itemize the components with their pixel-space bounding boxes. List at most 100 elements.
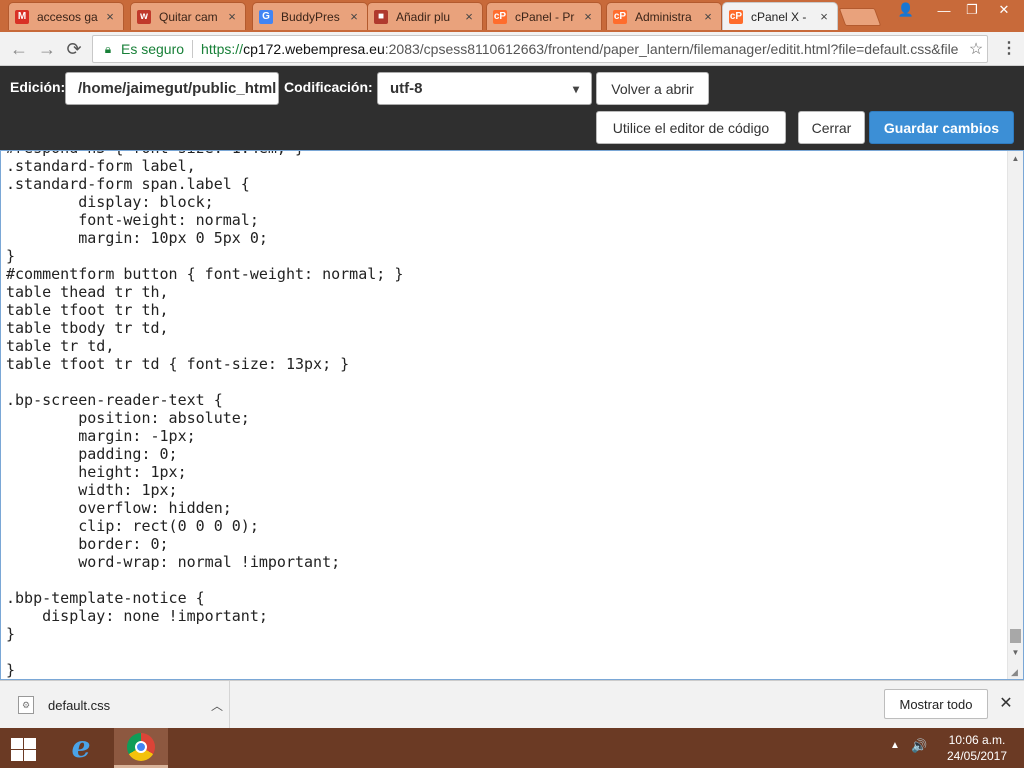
edition-label: Edición: <box>10 79 66 95</box>
clock-date: 24/05/2017 <box>946 749 1008 763</box>
download-filename: default.css <box>48 697 111 713</box>
tab-label: cPanel X - <box>751 9 807 24</box>
code-line: .bp-screen-reader-text { <box>6 391 223 409</box>
url-host: cp172.webempresa.eu <box>243 41 385 57</box>
tab-close-icon[interactable]: × <box>581 9 595 24</box>
code-editor-button[interactable]: Utilice el editor de código <box>596 111 786 144</box>
tab-close-icon[interactable]: × <box>817 9 831 24</box>
url-scheme: https:// <box>201 41 244 57</box>
tab-label: cPanel - Pr <box>515 9 575 24</box>
code-line: width: 1px; <box>6 481 178 499</box>
show-all-button[interactable]: Mostrar todo <box>884 689 988 719</box>
reopen-button[interactable]: Volver a abrir <box>596 72 709 105</box>
download-bar-close-icon[interactable]: ✕ <box>996 693 1016 715</box>
lock-icon: 🔒︎ <box>104 41 112 56</box>
address-bar[interactable]: 🔒︎ Es seguro https://cp172.webempresa.eu… <box>92 35 988 63</box>
code-line: } <box>6 661 16 679</box>
scroll-down-icon[interactable]: ▼ <box>1008 645 1023 661</box>
chrome-taskbar-button[interactable] <box>114 728 168 768</box>
file-icon: ⚙︎ <box>18 696 34 714</box>
download-bar: ⚙︎ default.css ︿ Mostrar todo ✕ <box>0 680 1024 729</box>
code-line: font-weight: normal; <box>6 211 259 229</box>
code-line: } <box>6 247 16 265</box>
cpanel-icon: cP <box>493 9 507 24</box>
browser-menu-icon[interactable]: ⋮ <box>1000 38 1018 60</box>
restore-button[interactable]: ❐ <box>958 0 986 20</box>
back-button[interactable]: ← <box>8 38 30 60</box>
code-textarea[interactable]: #respond h3 { font-size: 1.4em; }.standa… <box>0 150 1024 680</box>
vertical-scrollbar[interactable]: ▲ ▼ <box>1007 151 1023 679</box>
bookmark-star-icon[interactable]: ☆ <box>965 39 987 59</box>
browser-tab[interactable]: cP cPanel - Pr × <box>486 2 602 30</box>
browser-tab[interactable]: cP Administra × <box>606 2 722 30</box>
save-changes-button[interactable]: Guardar cambios <box>869 111 1014 144</box>
start-pane <box>24 750 36 761</box>
tab-close-icon[interactable]: × <box>103 9 117 24</box>
download-item[interactable]: ⚙︎ default.css ︿ <box>0 681 230 729</box>
chrome-icon <box>127 732 155 761</box>
tab-close-icon[interactable]: × <box>347 9 361 24</box>
code-line: .bbp-template-notice { <box>6 589 205 607</box>
browser-tab[interactable]: ■ Añadir plu × <box>367 2 483 30</box>
secure-label: Es seguro <box>121 41 185 57</box>
reload-icon: ⟳ <box>66 38 82 59</box>
address-separator <box>192 40 194 58</box>
url-path: :2083/cpsess8110612663/frontend/paper_la… <box>384 41 959 57</box>
code-content: #respond h3 { font-size: 1.4em; }.standa… <box>6 151 404 679</box>
volume-icon[interactable]: 🔊 <box>911 738 927 754</box>
internet-explorer-icon[interactable]: e <box>62 732 100 766</box>
code-line: #commentform button { font-weight: norma… <box>6 265 404 283</box>
clock-time: 10:06 a.m. <box>948 733 1006 747</box>
tab-close-icon[interactable]: × <box>462 9 476 24</box>
scroll-up-icon[interactable]: ▲ <box>1008 151 1023 167</box>
scrollbar-thumb[interactable] <box>1010 629 1021 643</box>
code-line: padding: 0; <box>6 445 178 463</box>
browser-tab[interactable]: cP cPanel X - × <box>722 2 838 30</box>
file-path-input[interactable]: /home/jaimegut/public_html <box>65 72 279 105</box>
url-text[interactable]: https://cp172.webempresa.eu:2083/cpsess8… <box>201 41 965 57</box>
code-line: clip: rect(0 0 0 0); <box>6 517 259 535</box>
chevron-up-icon[interactable]: ︿ <box>205 697 229 714</box>
tab-label: Quitar cam <box>159 9 218 24</box>
user-icon[interactable]: 👤 <box>892 0 920 20</box>
tab-label: Administra <box>635 9 692 24</box>
tab-label: BuddyPres <box>281 9 340 24</box>
browser-tab[interactable]: G BuddyPres × <box>252 2 368 30</box>
code-line: .standard-form span.label { <box>6 175 250 193</box>
editor-header: Edición: /home/jaimegut/public_html Codi… <box>0 66 1024 150</box>
reload-button[interactable]: ⟳ <box>63 38 85 60</box>
code-line: word-wrap: normal !important; <box>6 553 341 571</box>
close-icon: ✕ <box>998 2 1010 17</box>
code-line: table thead tr th, <box>6 283 169 301</box>
tray-chevron-icon[interactable]: ▲ <box>890 740 900 751</box>
windows-start-icon[interactable] <box>8 736 40 762</box>
tab-strip: Maccesos ga × w Quitar cam × G BuddyPres × ■ Añad… <box>0 0 1024 32</box>
code-line: overflow: hidden; <box>6 499 232 517</box>
cpanel-icon: cP <box>729 9 743 24</box>
browser-tab[interactable]: w Quitar cam × <box>130 2 246 30</box>
restore-icon: ❐ <box>966 2 978 17</box>
close-editor-button[interactable]: Cerrar <box>798 111 865 144</box>
tab-close-icon[interactable]: × <box>701 9 715 24</box>
gmail-icon: M <box>15 9 29 24</box>
browser-tab[interactable]: Maccesos ga × <box>8 2 124 30</box>
encoding-select[interactable]: utf-8 ▾ <box>377 72 592 105</box>
resize-grip-icon[interactable]: ◢ <box>1011 667 1021 677</box>
code-line: table tr td, <box>6 337 115 355</box>
new-tab-button[interactable] <box>838 8 882 26</box>
code-line: table tbody tr td, <box>6 319 169 337</box>
encoding-value: utf-8 <box>390 80 423 97</box>
tab-close-icon[interactable]: × <box>225 9 239 24</box>
start-pane <box>11 738 23 749</box>
user-glyph: 👤 <box>897 2 915 17</box>
minimize-button[interactable]: — <box>930 0 958 20</box>
system-clock[interactable]: 10:06 a.m. 24/05/2017 <box>936 732 1018 764</box>
forward-button[interactable]: → <box>36 38 58 60</box>
code-line: margin: -1px; <box>6 427 196 445</box>
browser-toolbar: ← → ⟳ 🔒︎ Es seguro https://cp172.webempr… <box>0 32 1024 66</box>
code-line: table tfoot tr th, <box>6 301 169 319</box>
window-close-button[interactable]: ✕ <box>990 0 1018 20</box>
